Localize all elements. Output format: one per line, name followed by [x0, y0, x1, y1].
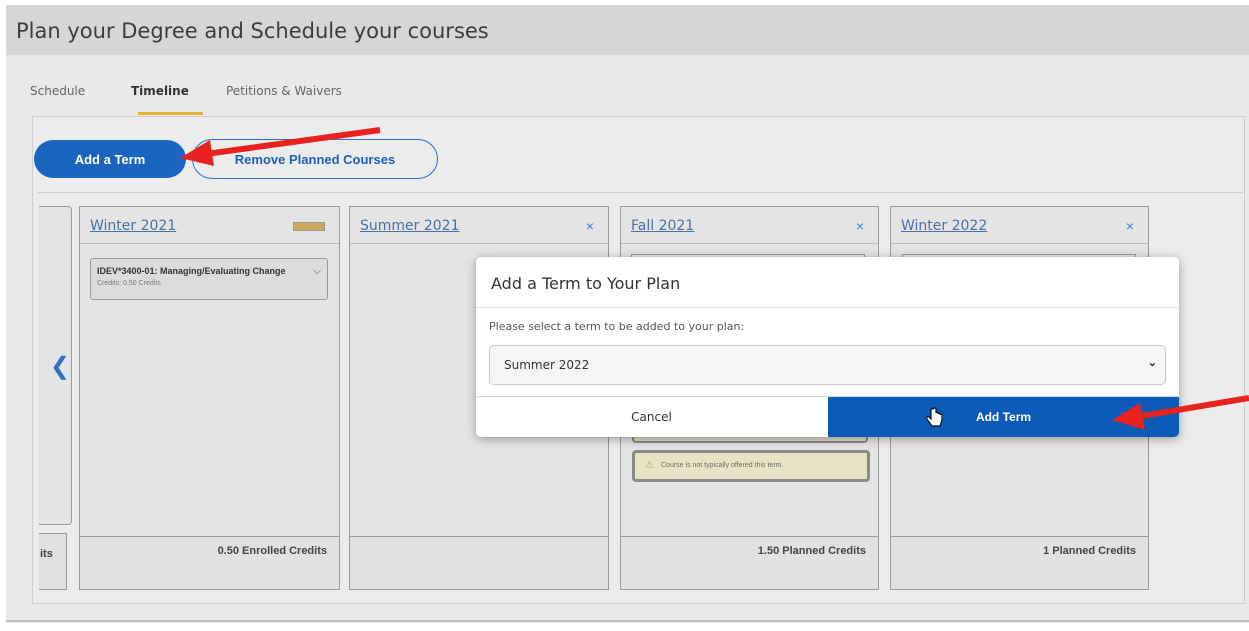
term-credits: 1 Planned Credits [1043, 545, 1136, 557]
add-term-button[interactable]: Add a Term [34, 140, 186, 178]
dialog-actions: Cancel Add Term [476, 396, 1179, 437]
term-card-footer: 1 Planned Credits [891, 536, 1148, 589]
close-icon[interactable]: × [1126, 218, 1134, 234]
term-title[interactable]: Winter 2022 [901, 218, 987, 234]
dialog-divider [476, 307, 1179, 308]
term-card-footer: 1.50 Planned Credits [621, 536, 878, 589]
term-select[interactable]: Summer 2022 ⌄ [489, 345, 1166, 385]
term-status-bar [293, 222, 325, 231]
page-bottom-border [6, 620, 1249, 622]
term-card-header: Winter 2021 [80, 207, 339, 244]
term-credits: 1.50 Planned Credits [757, 545, 866, 557]
annotation-arrow-icon [180, 127, 381, 166]
term-title[interactable]: Fall 2021 [631, 218, 694, 234]
tab-timeline[interactable]: Timeline [131, 84, 189, 98]
course-warning: ⚠ Course is not typically offered this t… [632, 450, 870, 482]
term-select-value: Summer 2022 [504, 358, 590, 372]
term-title[interactable]: Winter 2021 [90, 218, 176, 234]
page-header: Plan your Degree and Schedule your cours… [6, 5, 1249, 55]
term-select-label: Please select a term to be added to your… [489, 320, 745, 333]
term-card-winter-2021: Winter 2021 IDEV*3400-01: Managing/Evalu… [79, 206, 340, 590]
previous-term-footer: its [39, 533, 67, 590]
term-credits: 0.50 Enrolled Credits [217, 545, 327, 557]
dialog-title: Add a Term to Your Plan [491, 274, 681, 293]
term-card-footer: 0.50 Enrolled Credits [80, 536, 339, 589]
course-credits: Credits: 0.50 Credits [97, 280, 161, 287]
hand-cursor-icon [926, 407, 943, 427]
chevron-down-icon: ⌄ [1147, 357, 1157, 369]
term-card-header: Fall 2021 × [621, 207, 878, 244]
warning-icon: ⚠ [645, 460, 654, 471]
term-card-header: Winter 2022 × [891, 207, 1148, 244]
course-title: IDEV*3400-01: Managing/Evaluating Change [97, 266, 286, 276]
term-card-footer [350, 536, 608, 589]
annotation-arrow-icon [1112, 395, 1249, 430]
warning-text: Course is not typically offered this ter… [661, 462, 784, 469]
tab-schedule[interactable]: Schedule [30, 84, 85, 98]
chevron-left-icon[interactable]: ❮ [50, 352, 70, 381]
cancel-button[interactable]: Cancel [476, 397, 827, 437]
active-tab-indicator [138, 112, 203, 115]
previous-term-credits: its [40, 548, 53, 560]
chevron-down-icon[interactable]: ⌵ [313, 266, 321, 277]
add-term-dialog: Add a Term to Your Plan Please select a … [476, 257, 1179, 437]
close-icon[interactable]: × [586, 218, 594, 234]
course-card[interactable]: IDEV*3400-01: Managing/Evaluating Change… [90, 258, 328, 300]
tab-petitions-waivers[interactable]: Petitions & Waivers [226, 84, 342, 98]
term-card-header: Summer 2021 × [350, 207, 608, 244]
close-icon[interactable]: × [856, 218, 864, 234]
page-title: Plan your Degree and Schedule your cours… [16, 19, 489, 43]
term-title[interactable]: Summer 2021 [360, 218, 459, 234]
